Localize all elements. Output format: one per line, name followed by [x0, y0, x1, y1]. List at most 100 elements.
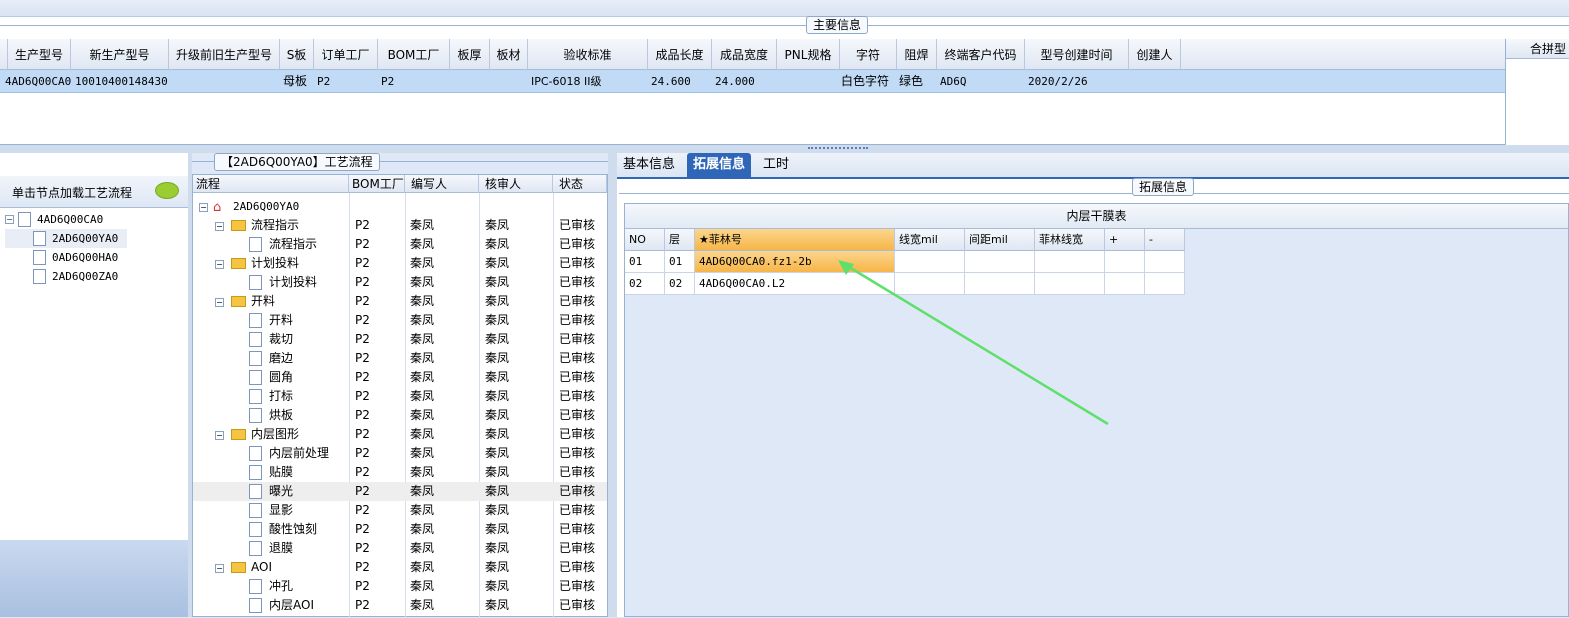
document-icon [249, 484, 262, 499]
col-order-factory[interactable]: 订单工厂 [314, 39, 378, 70]
flow-step-factory: P2 [355, 256, 370, 270]
col-creator[interactable]: 创建人 [1129, 39, 1181, 70]
flow-root-label: 2AD6Q00YA0 [233, 200, 300, 213]
flow-col-name[interactable]: 流程 [193, 175, 349, 193]
flow-col-reviewer[interactable]: 核审人 [479, 175, 553, 193]
flow-step-status: 已审核 [559, 465, 596, 479]
flow-row[interactable]: 显影 P2 秦凤 秦凤 已审核 [193, 501, 607, 520]
flow-row[interactable]: 流程指示 P2 秦凤 秦凤 已审核 [193, 235, 607, 254]
flow-step-status: 已审核 [559, 218, 596, 232]
flow-step-writer: 秦凤 [410, 332, 435, 346]
flow-col-writer[interactable]: 编写人 [405, 175, 479, 193]
col-prod-model[interactable]: 生产型号 [8, 39, 71, 70]
flow-row[interactable]: 打标 P2 秦凤 秦凤 已审核 [193, 387, 607, 406]
flow-row[interactable]: 开料 P2 秦凤 秦凤 已审核 [193, 311, 607, 330]
xcol-line-width[interactable]: 线宽mil [895, 229, 965, 251]
col-old-model[interactable]: 升级前旧生产型号 [169, 39, 280, 70]
flow-row[interactable]: 退膜 P2 秦凤 秦凤 已审核 [193, 539, 607, 558]
collapse-icon[interactable]: − [215, 260, 224, 269]
col-width[interactable]: 成品宽度 [712, 39, 777, 70]
col-s-board[interactable]: S板 [280, 39, 314, 70]
flow-caption: 【2AD6Q00YA0】工艺流程 [214, 153, 380, 171]
xcol-spacing[interactable]: 间距mil [965, 229, 1035, 251]
tab-basic-info[interactable]: 基本信息 [617, 153, 681, 179]
flow-col-factory[interactable]: BOM工厂 [349, 175, 405, 193]
flow-row[interactable]: 曝光 P2 秦凤 秦凤 已审核 [193, 482, 607, 501]
flow-col-status[interactable]: 状态 [553, 175, 607, 193]
flow-row[interactable]: 磨边 P2 秦凤 秦凤 已审核 [193, 349, 607, 368]
col-material[interactable]: 板材 [490, 39, 528, 70]
flow-step-status: 已审核 [559, 427, 596, 441]
col-thickness[interactable]: 板厚 [450, 39, 490, 70]
collapse-icon[interactable]: − [215, 298, 224, 307]
tree-node-child[interactable]: 2AD6Q00ZA0 [5, 267, 185, 286]
flow-row[interactable]: 烘板 P2 秦凤 秦凤 已审核 [193, 406, 607, 425]
col-pnl[interactable]: PNL规格 [777, 39, 840, 70]
flow-step-status: 已审核 [559, 579, 596, 593]
flow-row[interactable]: − 流程指示 P2 秦凤 秦凤 已审核 [193, 216, 607, 235]
folder-icon [231, 429, 246, 440]
flow-row[interactable]: 裁切 P2 秦凤 秦凤 已审核 [193, 330, 607, 349]
xcell-no[interactable]: 01 [625, 251, 665, 273]
xcol-remove[interactable]: - [1145, 229, 1185, 251]
col-new-model[interactable]: 新生产型号 [71, 39, 169, 70]
xcell-layer[interactable]: 02 [665, 273, 695, 295]
splitter-grip-icon[interactable] [808, 147, 868, 151]
flow-step-name: 计划投料 [251, 256, 300, 270]
xcol-no[interactable]: NO [625, 229, 665, 251]
flow-step-name: 内层前处理 [269, 446, 330, 460]
flow-step-writer: 秦凤 [410, 275, 435, 289]
collapse-icon[interactable]: − [215, 222, 224, 231]
xcell-empty[interactable] [1145, 273, 1185, 295]
flow-row[interactable]: 冲孔 P2 秦凤 秦凤 已审核 [193, 577, 607, 596]
flow-step-reviewer: 秦凤 [485, 503, 510, 517]
flow-step-factory: P2 [355, 332, 370, 346]
flow-row[interactable]: 酸性蚀刻 P2 秦凤 秦凤 已审核 [193, 520, 607, 539]
document-icon [33, 269, 46, 284]
collapse-icon[interactable]: − [5, 215, 14, 224]
tree-node-child-selected[interactable]: 2AD6Q00YA0 [5, 229, 127, 248]
flow-step-factory: P2 [355, 389, 370, 403]
flow-step-name: 贴膜 [269, 465, 294, 479]
tab-hours[interactable]: 工时 [757, 153, 795, 179]
flow-row[interactable]: 内层AOI P2 秦凤 秦凤 已审核 [193, 596, 607, 615]
collapse-icon[interactable]: − [215, 431, 224, 440]
flow-row[interactable]: − 计划投料 P2 秦凤 秦凤 已审核 [193, 254, 607, 273]
tree-node-root[interactable]: − 4AD6Q00CA0 [5, 210, 185, 229]
flow-row[interactable]: 内层前处理 P2 秦凤 秦凤 已审核 [193, 444, 607, 463]
load-flow-label: 单击节点加载工艺流程 [12, 186, 133, 200]
flow-row[interactable]: − AOI P2 秦凤 秦凤 已审核 [193, 558, 607, 577]
document-icon [249, 446, 262, 461]
tab-extended-info[interactable]: 拓展信息 [687, 153, 752, 179]
xcell-no[interactable]: 02 [625, 273, 665, 295]
flow-row[interactable]: − 开料 P2 秦凤 秦凤 已审核 [193, 292, 607, 311]
col-mask[interactable]: 阻焊 [897, 39, 937, 70]
collapse-icon[interactable]: − [215, 564, 224, 573]
flow-row[interactable]: 计划投料 P2 秦凤 秦凤 已审核 [193, 273, 607, 292]
xcol-film-line-width[interactable]: 菲林线宽 [1035, 229, 1105, 251]
flow-step-reviewer: 秦凤 [485, 446, 510, 460]
process-flow-table: 流程 BOM工厂 编写人 核审人 状态 − ⌂ 2AD6Q00YA0 − 流程指示… [192, 174, 608, 618]
xcol-layer[interactable]: 层 [665, 229, 695, 251]
col-created[interactable]: 型号创建时间 [1025, 39, 1129, 70]
col-standard[interactable]: 验收标准 [528, 39, 648, 70]
xcol-add[interactable]: + [1105, 229, 1145, 251]
xcell-layer[interactable]: 01 [665, 251, 695, 273]
vertical-splitter-right[interactable] [608, 153, 617, 617]
flow-step-name: 烘板 [269, 408, 294, 422]
xcol-film[interactable]: ★菲林号 [695, 229, 895, 251]
flow-step-factory: P2 [355, 503, 370, 517]
col-char[interactable]: 字符 [840, 39, 897, 70]
flow-root-row[interactable]: − ⌂ 2AD6Q00YA0 [193, 197, 607, 216]
tree-node-child[interactable]: 0AD6Q00HA0 [5, 248, 185, 267]
col-customer[interactable]: 终端客户代码 [937, 39, 1025, 70]
flow-step-status: 已审核 [559, 503, 596, 517]
horizontal-splitter[interactable] [0, 145, 1569, 153]
flow-row[interactable]: 贴膜 P2 秦凤 秦凤 已审核 [193, 463, 607, 482]
flow-row[interactable]: 圆角 P2 秦凤 秦凤 已审核 [193, 368, 607, 387]
xcell-empty[interactable] [1145, 251, 1185, 273]
col-length[interactable]: 成品长度 [648, 39, 712, 70]
col-bom-factory[interactable]: BOM工厂 [378, 39, 450, 70]
flow-row[interactable]: − 内层图形 P2 秦凤 秦凤 已审核 [193, 425, 607, 444]
collapse-icon[interactable]: − [199, 203, 208, 212]
